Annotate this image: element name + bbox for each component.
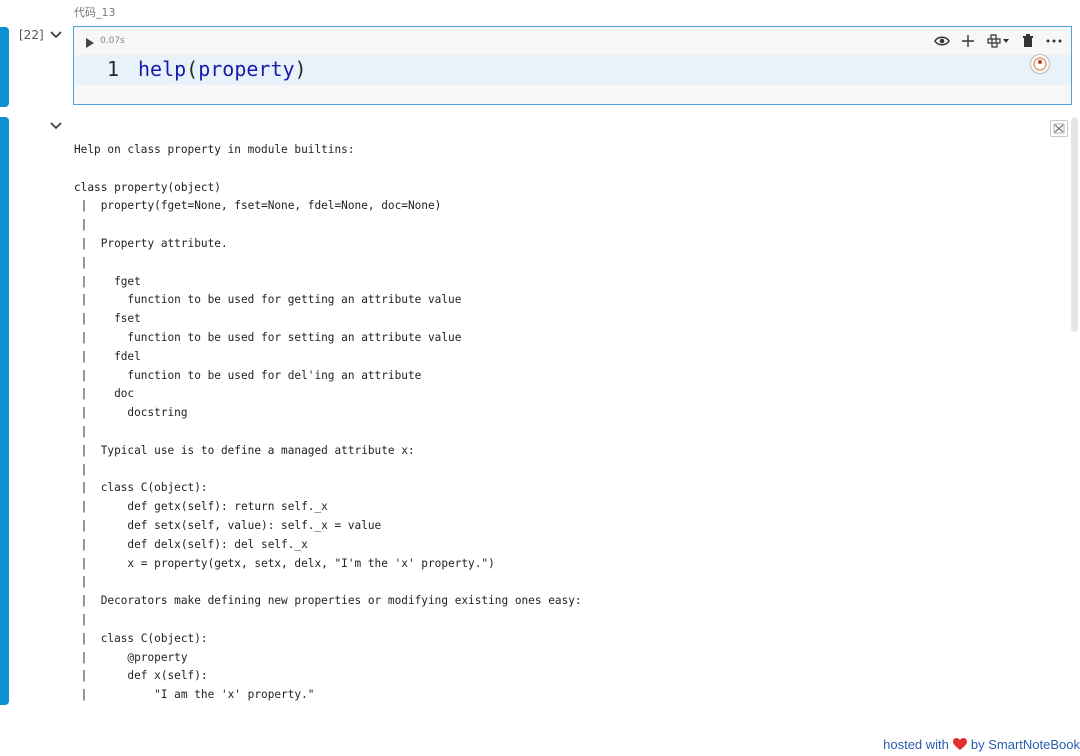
output-line: | function to be used for setting an att…	[74, 330, 462, 344]
code-close-paren: )	[294, 57, 307, 81]
output-line: | @property	[74, 650, 188, 664]
output-line: | class C(object):	[74, 481, 208, 495]
output-line: | def setx(self, value): self._x = value	[74, 518, 382, 532]
smartnotebook-link[interactable]: by SmartNoteBook	[971, 737, 1080, 752]
cell-toolbar	[933, 32, 1063, 50]
output-line: | docstring	[74, 406, 188, 420]
output-line: | def x(self):	[74, 669, 208, 683]
code-cell[interactable]: 0.07s 1 help(property)	[73, 26, 1072, 105]
chevron-down-icon	[50, 31, 62, 39]
output-line: | Typical use is to define a managed att…	[74, 443, 415, 457]
line-number: 1	[107, 57, 120, 81]
output-line: |	[74, 255, 88, 269]
chevron-down-icon	[50, 122, 62, 130]
output-scrollbar[interactable]	[1071, 117, 1078, 332]
output-line: class property(object)	[74, 180, 221, 194]
kernel-select-button[interactable]	[985, 32, 1011, 50]
more-options-button[interactable]	[1045, 32, 1063, 50]
hosted-with-link[interactable]: hosted with	[883, 737, 949, 752]
output-line: | def getx(self): return self._x	[74, 500, 328, 514]
output-collapse-button[interactable]	[49, 119, 65, 133]
output-line: | doc	[74, 387, 135, 401]
output-line: | fset	[74, 312, 141, 326]
input-collapse-bar[interactable]	[0, 27, 9, 107]
code-argument: property	[198, 57, 295, 81]
add-cell-button[interactable]	[959, 32, 977, 50]
more-icon	[1046, 39, 1062, 43]
output-line: | x = property(getx, setx, delx, "I'm th…	[74, 556, 495, 570]
code-editor[interactable]: 1 help(property)	[74, 55, 1071, 85]
output-line: |	[74, 575, 88, 589]
output-line: | def delx(self): del self._x	[74, 537, 308, 551]
output-line: | property(fget=None, fset=None, fdel=No…	[74, 199, 442, 213]
output-line: | fdel	[74, 349, 141, 363]
execution-count: [22]	[19, 28, 44, 42]
output-line: | Property attribute.	[74, 236, 228, 250]
code-open-paren: (	[186, 57, 199, 81]
eye-icon	[934, 36, 950, 46]
cell-title: 代码_13	[74, 6, 116, 19]
ai-assist-button[interactable]	[1029, 53, 1051, 75]
delete-icon	[1023, 34, 1033, 47]
output-line: | class C(object):	[74, 631, 208, 645]
output-line: Help on class property in module builtin…	[74, 143, 355, 156]
chevron-down-icon	[1003, 39, 1009, 43]
execution-time: 0.07s	[100, 36, 125, 46]
plus-icon	[962, 35, 974, 47]
output-toggle-button[interactable]	[1050, 120, 1068, 137]
output-line: |	[74, 424, 88, 438]
delete-cell-button[interactable]	[1019, 32, 1037, 50]
output-line: |	[74, 612, 88, 626]
code-line[interactable]: help(property)	[138, 57, 307, 81]
output-line: |	[74, 462, 88, 476]
output-line: | fget	[74, 274, 141, 288]
heart-icon	[952, 738, 967, 750]
python-icon	[987, 34, 1001, 48]
notebook-page: 代码_13 [22] 0.07s 1 help(property) Help o…	[0, 0, 1080, 756]
output-line: | "I am the 'x' property."	[74, 688, 315, 702]
output-text: Help on class property in module builtin…	[74, 141, 582, 705]
output-collapse-bar[interactable]	[0, 117, 9, 705]
output-toggle-icon	[1053, 123, 1065, 134]
output-line: | function to be used for del'ing an att…	[74, 368, 422, 382]
input-collapse-button[interactable]	[49, 28, 65, 42]
output-line: |	[74, 218, 88, 232]
output-line: | Decorators make defining new propertie…	[74, 594, 582, 608]
output-line: | function to be used for getting an att…	[74, 293, 462, 307]
ai-assist-icon	[1030, 54, 1050, 74]
play-icon	[86, 38, 94, 48]
run-button[interactable]	[85, 36, 95, 48]
toggle-visibility-button[interactable]	[933, 32, 951, 50]
code-function: help	[138, 57, 187, 81]
footer: hosted with by SmartNoteBook	[883, 737, 1080, 752]
